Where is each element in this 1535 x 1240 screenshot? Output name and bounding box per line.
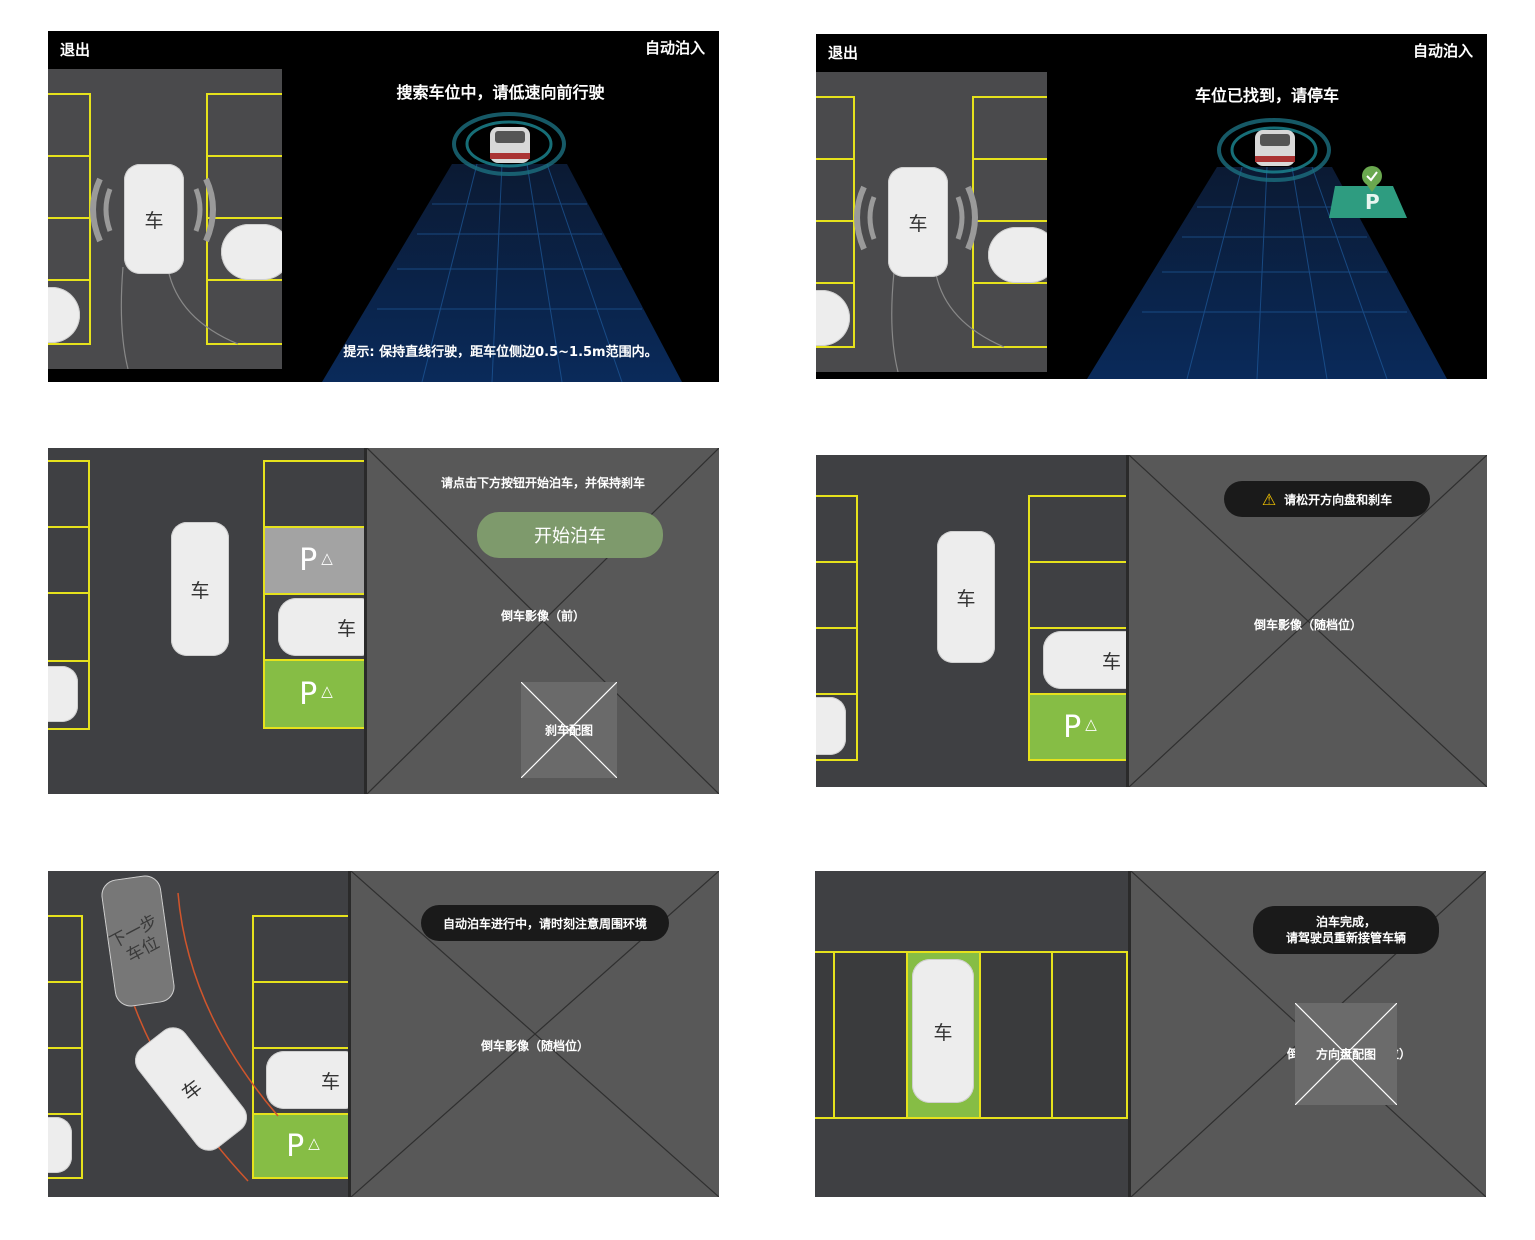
parking-map: P △ 车 车 (816, 455, 1126, 787)
warning-icon: ⚠ (1261, 489, 1277, 509)
screen-start-parking: P △ P △ 车 车 请点击下方按钮开始泊车，并保持刹车 开始泊车 倒车影像（前）… (48, 448, 719, 794)
slot-p-label: P (299, 543, 318, 578)
parking-slot (263, 460, 364, 528)
complete-line-1: 泊车完成， (1315, 915, 1376, 929)
parked-car (816, 697, 846, 755)
mode-label: 自动泊入 (1412, 42, 1473, 60)
parking-slot (816, 561, 858, 629)
brake-image-placeholder: 刹车配图 (521, 682, 617, 778)
search-view-3d: 车位已找到，请停车 P (1047, 72, 1487, 379)
parking-slot (979, 951, 1053, 1119)
next-slot-label: 下一步 车位 (106, 911, 163, 967)
parked-car (48, 1117, 72, 1173)
screen-slot-found: 退出 自动泊入 车 车位已找到，请停车 P (816, 34, 1487, 379)
parked-car: 车 (278, 598, 364, 656)
warning-toast: ⚠ 请松开方向盘和刹车 (1224, 481, 1430, 517)
slot-p-label: P (1063, 709, 1082, 745)
parked-car (988, 227, 1047, 283)
status-toast: 自动泊车进行中，请时刻注意周围环境 (421, 905, 669, 941)
hint-text: 提示: 保持直线行驶，距车位侧边0.5~1.5m范围内。 (343, 345, 658, 360)
parking-path (109, 892, 279, 1182)
exit-button[interactable]: 退出 (828, 42, 858, 63)
parking-slot (1028, 495, 1126, 563)
ego-car-label: 车 (177, 1075, 207, 1105)
ego-car: 车 (124, 164, 184, 274)
parked-car: 车 (1043, 631, 1126, 689)
target-slot-p: P (1365, 190, 1380, 214)
parking-slot (816, 495, 858, 563)
occupied-slot: P △ (263, 526, 364, 595)
parking-slot (815, 951, 835, 1119)
wheel-image-placeholder: 方向盘配图 (1295, 1003, 1397, 1105)
camera-view-front: 请点击下方按钮开始泊车，并保持刹车 开始泊车 倒车影像（前） 刹车配图 (367, 448, 719, 794)
top-bar: 退出 自动泊入 (816, 34, 1487, 72)
parking-slot (1051, 951, 1128, 1119)
complete-line-2: 请驾驶员重新接管车辆 (1285, 931, 1406, 945)
triangle-icon: △ (1085, 715, 1097, 733)
parking-slot (1028, 561, 1126, 629)
camera-label: 倒车影像（随档位） (1253, 618, 1362, 632)
parking-map: 车 (815, 871, 1128, 1197)
target-slot[interactable]: P △ (1028, 693, 1126, 761)
screen-parking-in-progress: P △ 下一步 车位 车 车 自动泊车进行中，请时刻注意周围环境 倒车影像（随档位… (48, 871, 719, 1197)
parked-car: 车 (266, 1051, 348, 1109)
parking-map: 车 (48, 69, 282, 369)
parking-map: 车 (816, 72, 1047, 372)
camera-view-gear: 泊车完成， 请驾驶员重新接管车辆 倒 位） 方向盘配图 (1131, 871, 1486, 1197)
brake-image-label: 刹车配图 (544, 723, 593, 738)
ego-car: 车 (888, 167, 948, 277)
parking-map: P △ P △ 车 车 (48, 448, 364, 794)
parking-slot (48, 592, 90, 662)
start-parking-button[interactable]: 开始泊车 (477, 512, 663, 558)
ego-car: 车 (937, 531, 995, 663)
top-bar: 退出 自动泊入 (48, 31, 719, 69)
warning-text: 请松开方向盘和刹车 (1284, 492, 1393, 507)
screen-parking-complete: 车 泊车完成， 请驾驶员重新接管车辆 倒 位） 方向盘配图 (815, 871, 1486, 1197)
instruction-text: 请点击下方按钮开始泊车，并保持刹车 (440, 476, 645, 490)
parking-slot (816, 627, 858, 695)
triangle-icon: △ (321, 682, 333, 700)
road-grid (322, 112, 682, 382)
parking-slot (833, 951, 908, 1119)
ego-car: 车 (912, 959, 974, 1103)
ego-car: 车 (171, 522, 229, 656)
parking-slot (48, 526, 90, 594)
complete-toast: 泊车完成， 请驾驶员重新接管车辆 (1253, 906, 1439, 954)
parked-car (221, 224, 282, 280)
slot-p-label: P (299, 676, 318, 712)
triangle-icon: △ (321, 548, 333, 567)
parked-car (48, 666, 78, 722)
camera-view-gear: ⚠ 请松开方向盘和刹车 倒车影像（随档位） (1129, 455, 1487, 787)
parking-map: P △ 下一步 车位 车 车 (48, 871, 348, 1197)
camera-label: 倒车影像（随档位） (480, 1039, 589, 1053)
screen-release-wheel: P △ 车 车 ⚠ 请松开方向盘和刹车 倒车影像（随档位） (816, 455, 1487, 787)
screen-searching: 退出 自动泊入 车 搜索车位中，请低速向前行驶 提示: 保持直线行驶，距车位侧边… (48, 31, 719, 382)
camera-view-gear: 自动泊车进行中，请时刻注意周围环境 倒车影像（随档位） (351, 871, 719, 1197)
wheel-image-label: 方向盘配图 (1315, 1047, 1376, 1062)
exit-button[interactable]: 退出 (60, 39, 90, 60)
search-view-3d: 搜索车位中，请低速向前行驶 提示: 保持直线行驶，距车位侧边0.5~1.5m范围… (282, 69, 719, 382)
road-grid (1087, 118, 1447, 379)
parking-slot (48, 460, 90, 528)
mode-label: 自动泊入 (644, 39, 705, 57)
camera-label: 倒车影像（前） (500, 609, 585, 623)
target-slot[interactable]: P △ (263, 659, 364, 729)
